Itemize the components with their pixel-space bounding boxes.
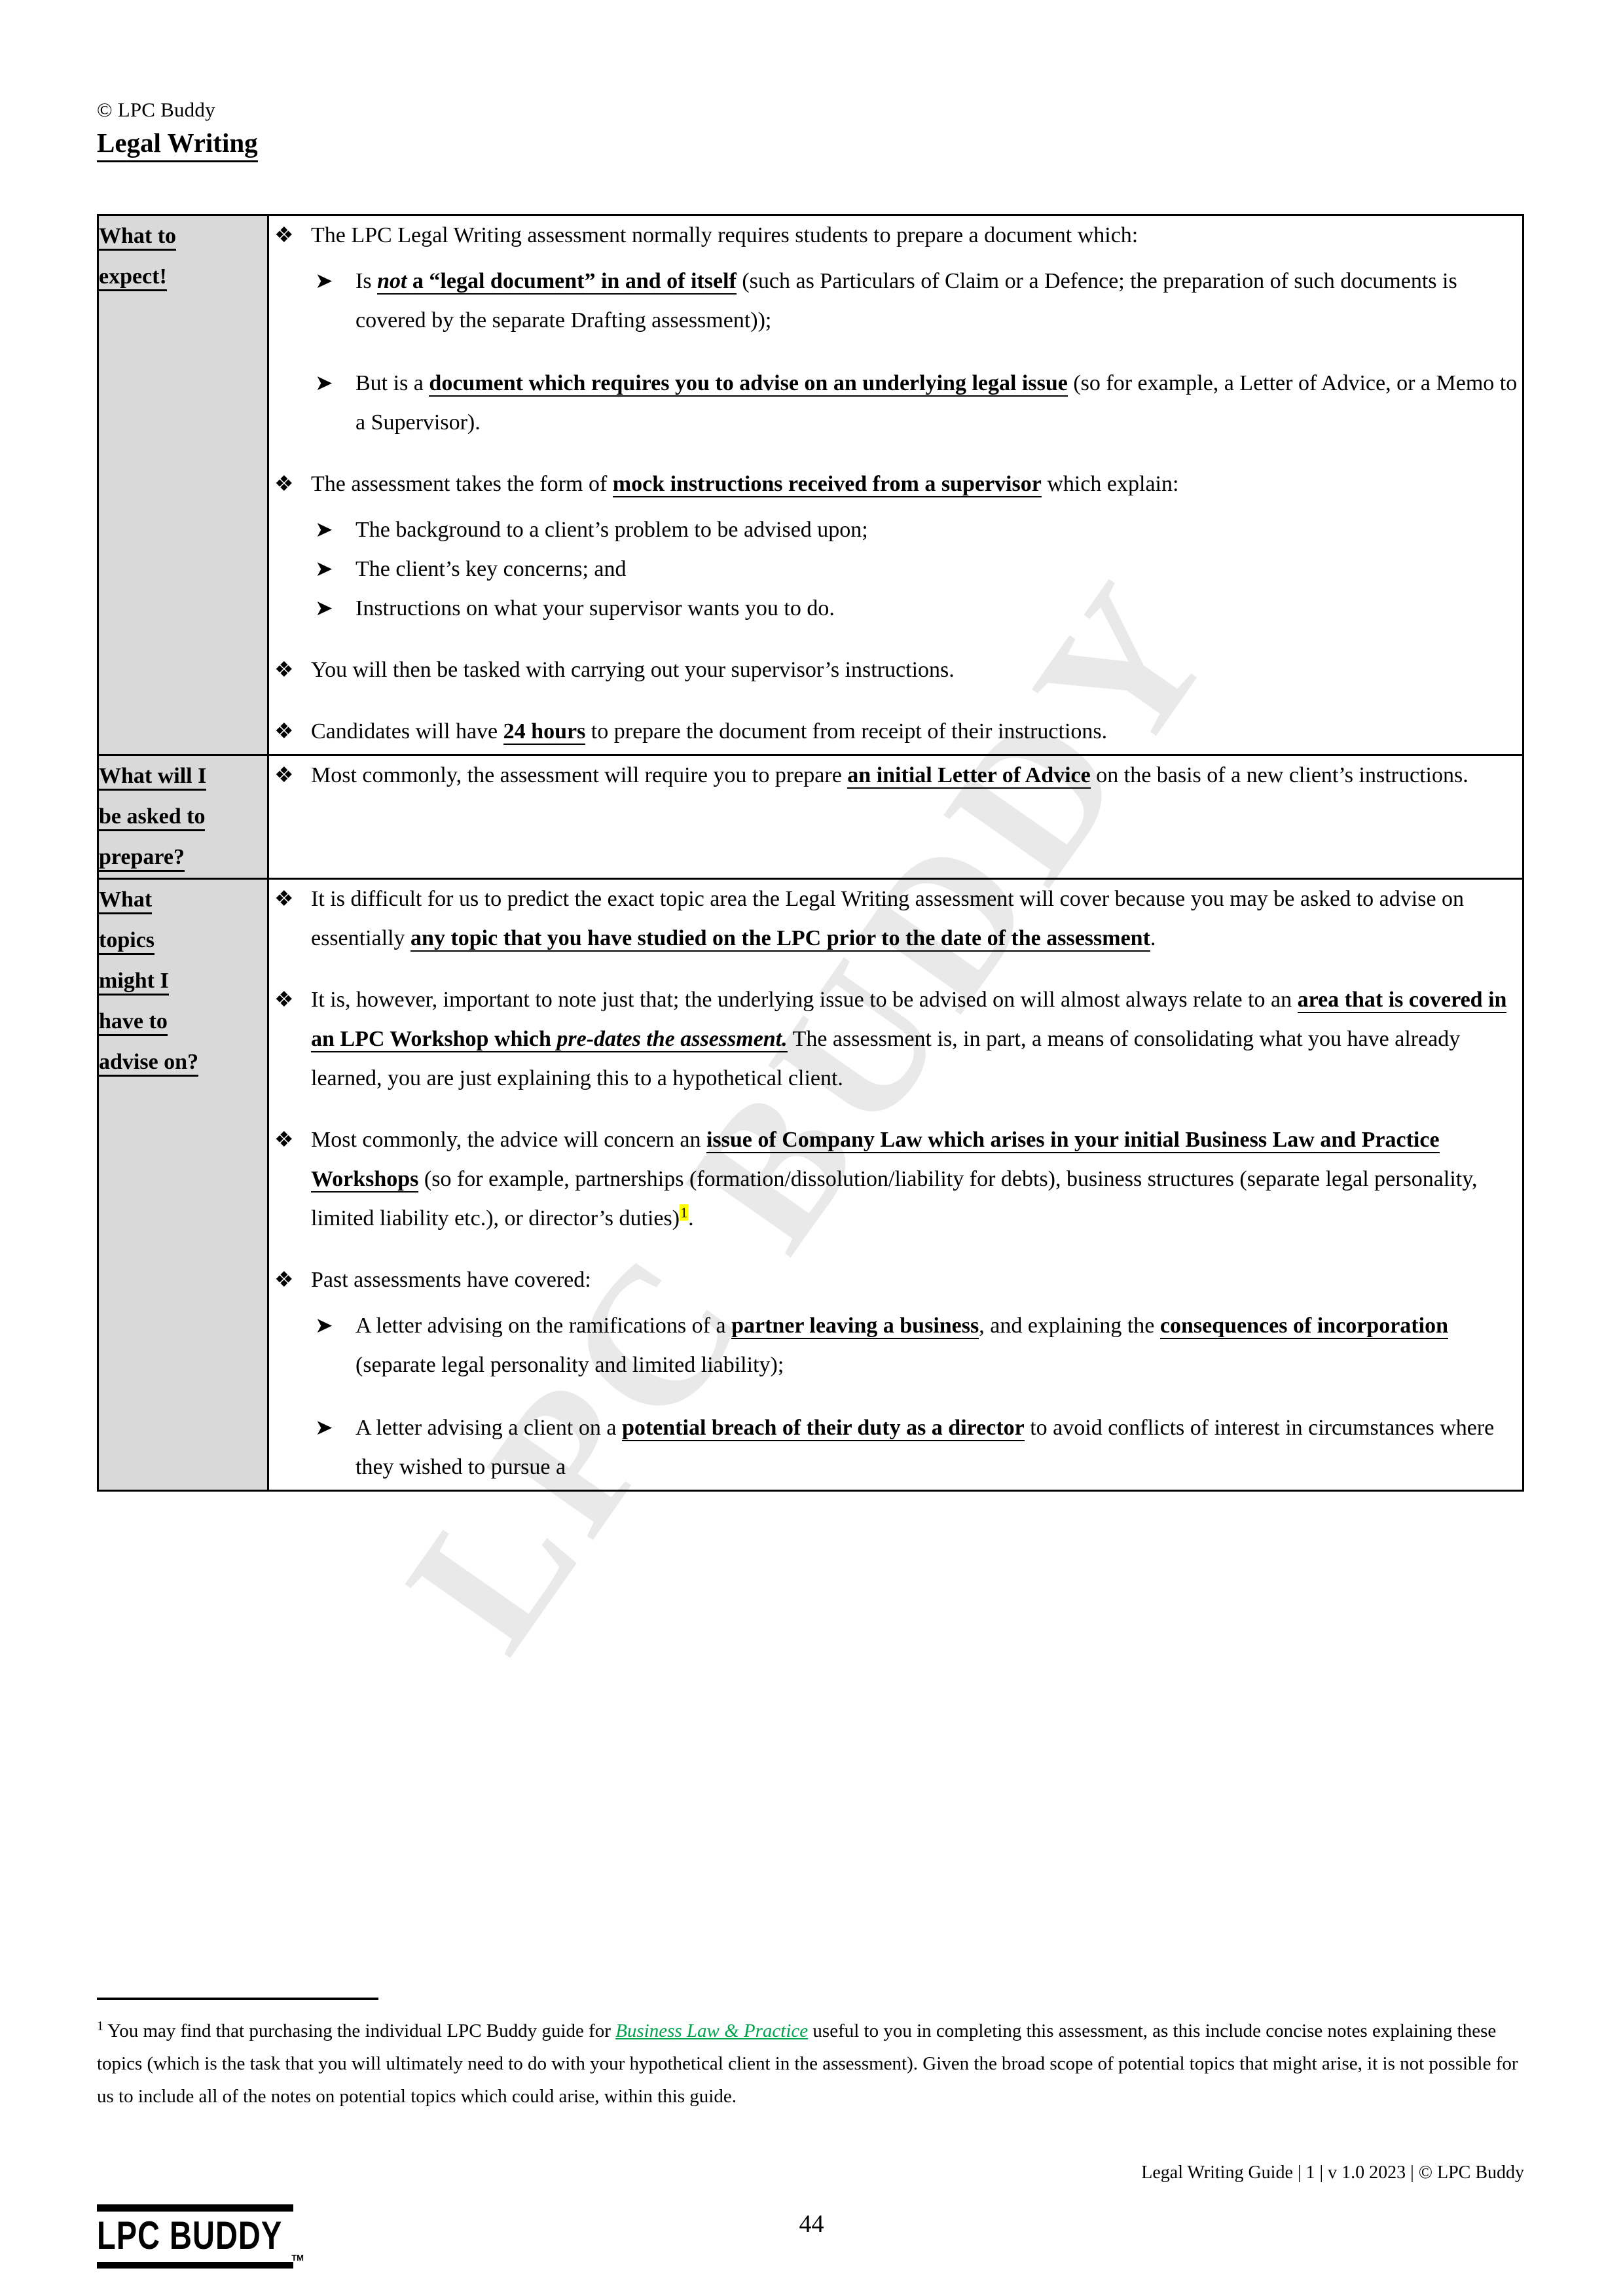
diamond-bullet-icon: ❖ xyxy=(274,888,294,911)
row-label-line: might I xyxy=(99,969,169,996)
footnote-number: 1 xyxy=(97,2018,103,2034)
list-item: ❖ The assessment takes the form of mock … xyxy=(269,465,1522,628)
row-label-line: What xyxy=(99,888,153,914)
list-item: ➤ The background to a client’s problem t… xyxy=(311,511,1522,550)
bullet-text: It is difficult for us to predict the ex… xyxy=(311,887,1465,952)
table-row: What topics might I have to advise on? ❖… xyxy=(97,878,1524,1492)
row-label-line: topics xyxy=(99,928,155,955)
list-item: ❖ Past assessments have covered: ➤ A let… xyxy=(269,1261,1522,1487)
bullet-text: Most commonly, the advice will concern a… xyxy=(311,1128,1478,1230)
footnote-marker[interactable]: 1 xyxy=(680,1204,689,1221)
arrow-bullet-icon: ➤ xyxy=(315,270,333,293)
bullet-list-level1: ❖ Most commonly, the assessment will req… xyxy=(269,756,1522,795)
list-item: ❖ Candidates will have 24 hours to prepa… xyxy=(269,712,1522,751)
bullet-list-level2: ➤ The background to a client’s problem t… xyxy=(311,511,1522,628)
page-title: Legal Writing xyxy=(97,126,258,162)
arrow-bullet-icon: ➤ xyxy=(315,558,333,581)
arrow-bullet-icon: ➤ xyxy=(315,518,333,542)
row-label-what-will-i-be-asked-to-prepare: What will I be asked to prepare? xyxy=(97,754,269,880)
bullet-text: You will then be tasked with carrying ou… xyxy=(311,658,955,682)
trademark-symbol: TM xyxy=(291,2253,304,2263)
list-item: ❖ It is difficult for us to predict the … xyxy=(269,880,1522,958)
bullet-list-level2: ➤ A letter advising on the ramifications… xyxy=(311,1306,1522,1487)
arrow-bullet-icon: ➤ xyxy=(315,1314,333,1338)
diamond-bullet-icon: ❖ xyxy=(274,764,294,787)
list-item: ❖ Most commonly, the advice will concern… xyxy=(269,1121,1522,1238)
row-label-what-topics-might-i-have-to-advise-on: What topics might I have to advise on? xyxy=(97,878,269,1492)
page-footer-line: Legal Writing Guide | 1 | v 1.0 2023 | ©… xyxy=(1141,2162,1524,2183)
diamond-bullet-icon: ❖ xyxy=(274,473,294,496)
content-table: What to expect! ❖ The LPC Legal Writing … xyxy=(97,214,1524,1492)
page-bottom-bar: LPC BUDDY TM 44 xyxy=(0,2199,1623,2278)
logo-bottom-bar: TM xyxy=(97,2253,304,2269)
list-item: ➤ A letter advising on the ramifications… xyxy=(311,1306,1522,1385)
bullet-text: Is not a “legal document” in and of itse… xyxy=(356,269,1457,332)
row-label-line: What to xyxy=(99,224,177,251)
bullet-text: A letter advising on the ramifications o… xyxy=(356,1314,1448,1377)
row-body-what-to-expect: ❖ The LPC Legal Writing assessment norma… xyxy=(267,214,1524,756)
bullet-list-level1: ❖ The LPC Legal Writing assessment norma… xyxy=(269,216,1522,751)
bullet-text: It is, however, important to note just t… xyxy=(311,988,1507,1090)
list-item: ❖ You will then be tasked with carrying … xyxy=(269,651,1522,690)
arrow-bullet-icon: ➤ xyxy=(315,372,333,395)
diamond-bullet-icon: ❖ xyxy=(274,1128,294,1152)
row-label-line: advise on? xyxy=(99,1050,199,1077)
footnote-part-one: You may find that purchasing the individ… xyxy=(103,2020,616,2041)
diamond-bullet-icon: ❖ xyxy=(274,720,294,744)
diamond-bullet-icon: ❖ xyxy=(274,1268,294,1292)
row-label-line: prepare? xyxy=(99,845,185,872)
bullet-text: The background to a client’s problem to … xyxy=(356,518,868,542)
footnote-separator-rule xyxy=(97,1998,378,2000)
row-label-line: What will I xyxy=(99,764,207,791)
list-item: ➤ Is not a “legal document” in and of it… xyxy=(311,262,1522,340)
arrow-bullet-icon: ➤ xyxy=(315,597,333,620)
list-item: ❖ The LPC Legal Writing assessment norma… xyxy=(269,216,1522,442)
table-row: What to expect! ❖ The LPC Legal Writing … xyxy=(97,214,1524,756)
table-row: What will I be asked to prepare? ❖ Most … xyxy=(97,754,1524,880)
bullet-list-level2: ➤ Is not a “legal document” in and of it… xyxy=(311,262,1522,442)
row-body-what-topics-might-i-have-to-advise-on: ❖ It is difficult for us to predict the … xyxy=(267,878,1524,1492)
list-item: ❖ Most commonly, the assessment will req… xyxy=(269,756,1522,795)
list-item: ➤ A letter advising a client on a potent… xyxy=(311,1408,1522,1487)
row-label-line: be asked to xyxy=(99,804,206,831)
row-label-what-to-expect: What to expect! xyxy=(97,214,269,756)
bullet-text: Candidates will have 24 hours to prepare… xyxy=(311,719,1108,745)
list-item: ❖ It is, however, important to note just… xyxy=(269,980,1522,1098)
list-item: ➤ Instructions on what your supervisor w… xyxy=(311,589,1522,628)
arrow-bullet-icon: ➤ xyxy=(315,1416,333,1440)
bullet-list-level1: ❖ It is difficult for us to predict the … xyxy=(269,880,1522,1487)
bullet-text: The LPC Legal Writing assessment normall… xyxy=(311,223,1139,247)
bullet-text: Past assessments have covered: xyxy=(311,1268,591,1292)
diamond-bullet-icon: ❖ xyxy=(274,658,294,682)
row-label-line: expect! xyxy=(99,264,167,291)
bullet-text: A letter advising a client on a potentia… xyxy=(356,1416,1495,1479)
footnote-section: 1 You may find that purchasing the indiv… xyxy=(97,1998,1524,2113)
bullet-text: The assessment takes the form of mock in… xyxy=(311,472,1179,497)
page-header: © LPC Buddy Legal Writing xyxy=(97,97,1524,162)
footnote-text: 1 You may find that purchasing the indiv… xyxy=(97,2015,1524,2113)
page-number: 44 xyxy=(799,2210,824,2238)
bullet-text: Most commonly, the assessment will requi… xyxy=(311,763,1468,789)
bullet-text: But is a document which requires you to … xyxy=(356,371,1518,435)
list-item: ➤ But is a document which requires you t… xyxy=(311,364,1522,442)
list-item: ➤ The client’s key concerns; and xyxy=(311,550,1522,589)
bullet-text: Instructions on what your supervisor wan… xyxy=(356,596,835,620)
bullet-text: The client’s key concerns; and xyxy=(356,557,627,581)
diamond-bullet-icon: ❖ xyxy=(274,988,294,1012)
copyright-line: © LPC Buddy xyxy=(97,98,215,121)
row-label-line: have to xyxy=(99,1009,168,1036)
row-body-what-will-i-be-asked-to-prepare: ❖ Most commonly, the assessment will req… xyxy=(267,754,1524,880)
diamond-bullet-icon: ❖ xyxy=(274,224,294,247)
business-law-practice-link[interactable]: Business Law & Practice xyxy=(615,2020,808,2041)
